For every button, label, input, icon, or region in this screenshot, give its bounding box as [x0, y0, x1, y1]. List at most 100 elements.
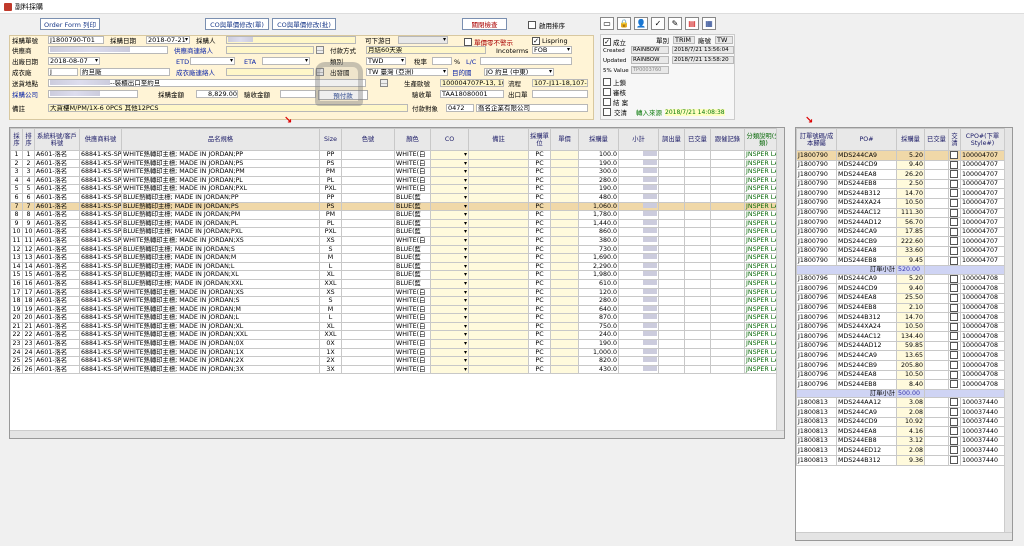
- factory-contact-field[interactable]: [226, 68, 314, 76]
- incoterms-select[interactable]: FOB: [532, 46, 572, 54]
- table-cell[interactable]: [550, 339, 579, 349]
- delivered-checkbox[interactable]: [950, 161, 958, 169]
- table-cell[interactable]: [550, 201, 579, 212]
- column-header[interactable]: 顏色: [394, 128, 431, 151]
- table-cell[interactable]: [468, 201, 529, 212]
- delivered-checkbox[interactable]: [950, 303, 958, 312]
- column-header[interactable]: PO#: [836, 128, 897, 151]
- table-cell[interactable]: [550, 218, 579, 229]
- table-cell[interactable]: [948, 379, 961, 390]
- table-row[interactable]: 5 5 A601-洛名 68841-KS-SPC WHITE熱轉印主標; MADE IN…: [10, 184, 783, 194]
- chevron-down-icon[interactable]: ▾: [464, 263, 467, 270]
- delivered-checkbox[interactable]: [950, 323, 958, 331]
- table-cell[interactable]: ▾: [430, 227, 469, 237]
- factory-code-field[interactable]: J: [48, 68, 78, 76]
- table-cell[interactable]: 870.0: [578, 313, 619, 323]
- table-row[interactable]: J1800813 MDS244CA9 2.08 100037440: [796, 407, 1005, 418]
- column-header[interactable]: CPO#(下單Style#): [960, 128, 1005, 151]
- column-header[interactable]: 採購單位: [528, 128, 551, 151]
- table-row[interactable]: 11 11 A601-洛名 68841-KS-SPC WHITE熱轉印主標; MADE …: [10, 235, 783, 246]
- chevron-down-icon[interactable]: ▾: [464, 289, 467, 296]
- table-cell[interactable]: [948, 340, 961, 352]
- table-row[interactable]: 26 26 A601-洛名 68841-KS-SPC WHITE熱轉印主標; MADE …: [10, 364, 783, 375]
- table-cell[interactable]: [550, 304, 579, 315]
- table-cell[interactable]: 730.0: [578, 244, 619, 255]
- table-row[interactable]: J1800813 MDS244EB8 3.12 100037440: [796, 435, 1005, 447]
- table-row[interactable]: J1800796 MDS244B312 14.70 100004708: [796, 312, 1005, 323]
- chevron-down-icon[interactable]: ▾: [464, 349, 467, 356]
- table-cell[interactable]: 750.0: [578, 321, 619, 332]
- table-cell[interactable]: [948, 150, 961, 161]
- price-zero-warn-checkbox[interactable]: [464, 38, 472, 46]
- table-cell[interactable]: [468, 321, 529, 332]
- delivered-checkbox[interactable]: [950, 247, 958, 255]
- table-row[interactable]: 1 1 A601-洛名 68841-KS-SPC WHITE熱轉印主標; MADE IN…: [10, 150, 783, 160]
- column-header[interactable]: 供應商料號: [79, 128, 122, 151]
- delivered-checkbox[interactable]: [950, 427, 958, 436]
- table-cell[interactable]: [550, 270, 579, 280]
- table-cell[interactable]: [468, 244, 529, 255]
- table-cell[interactable]: [948, 273, 961, 285]
- table-row[interactable]: J1800790 MDS244CA9 5.20 100004707: [796, 150, 1005, 161]
- table-cell[interactable]: [468, 304, 529, 315]
- table-cell[interactable]: 190.0: [578, 339, 619, 349]
- table-cell[interactable]: [550, 321, 579, 332]
- table-row[interactable]: 21 21 A601-洛名 68841-KS-SPC WHITE熱轉印主標; MADE …: [10, 321, 783, 332]
- column-header[interactable]: 跟催記錄: [710, 128, 745, 151]
- table-cell[interactable]: [468, 330, 529, 341]
- table-row[interactable]: J1800796 MDS244XA24 10.50 100004708: [796, 321, 1005, 333]
- table-cell[interactable]: 1,000.0: [578, 347, 619, 358]
- table-cell[interactable]: [948, 455, 961, 466]
- delivered-checkbox[interactable]: [950, 437, 958, 445]
- supplier-contact-label[interactable]: 供應商連絡人: [174, 47, 213, 55]
- table-row[interactable]: J1800796 MDS244EA8 10.50 100004708: [796, 369, 1005, 381]
- established-checkbox[interactable]: [603, 38, 611, 46]
- items-vertical-scrollbar[interactable]: [776, 128, 784, 430]
- table-cell[interactable]: ▾: [430, 167, 469, 177]
- table-cell[interactable]: ▾: [430, 270, 469, 280]
- user-edit-icon[interactable]: ✎: [668, 17, 682, 30]
- table-cell[interactable]: 1,060.0: [578, 201, 619, 212]
- table-cell[interactable]: 3.12: [896, 435, 925, 447]
- table-cell[interactable]: [948, 226, 961, 238]
- table-cell[interactable]: [468, 339, 529, 349]
- table-cell[interactable]: 190.0: [578, 158, 619, 169]
- table-cell[interactable]: 1,780.0: [578, 210, 619, 220]
- table-cell[interactable]: 2.08: [896, 407, 925, 418]
- table-cell[interactable]: 33.60: [896, 245, 925, 257]
- table-cell[interactable]: ▾: [430, 278, 469, 289]
- user-icon[interactable]: 👤: [634, 17, 648, 30]
- table-cell[interactable]: 9.40: [896, 283, 925, 294]
- column-header[interactable]: 調出量: [658, 128, 685, 151]
- delivered-checkbox[interactable]: [950, 180, 958, 188]
- table-cell[interactable]: ▾: [430, 201, 469, 212]
- table-cell[interactable]: [550, 253, 579, 263]
- table-cell[interactable]: [948, 217, 961, 228]
- table-cell[interactable]: [550, 330, 579, 341]
- table-cell[interactable]: [550, 184, 579, 194]
- table-row[interactable]: J1800796 MDS244CA9 5.20 100004708: [796, 273, 1005, 285]
- deliverable-date-field[interactable]: [398, 36, 448, 44]
- chevron-down-icon[interactable]: ▾: [464, 323, 467, 330]
- delivered-checkbox[interactable]: [950, 371, 958, 379]
- table-cell[interactable]: [468, 261, 529, 272]
- table-row[interactable]: J1800790 MDS244AC12 111.30 100004707: [796, 207, 1005, 219]
- table-cell[interactable]: 2.10: [896, 302, 925, 314]
- table-row[interactable]: J1800796 MDS244CB9 205.80 100004708: [796, 360, 1005, 371]
- delivered-checkbox[interactable]: [950, 313, 958, 322]
- table-cell[interactable]: [550, 347, 579, 358]
- table-cell[interactable]: ▾: [430, 253, 469, 263]
- prod-order-field[interactable]: 100004707P-13, 100: [440, 79, 504, 87]
- table-cell[interactable]: ▾: [430, 347, 469, 358]
- table-cell[interactable]: 111.30: [896, 207, 925, 219]
- table-row[interactable]: J1800796 MDS244EB8 8.40 100004708: [796, 379, 1005, 390]
- table-cell[interactable]: [948, 435, 961, 447]
- delivered-checkbox[interactable]: [950, 294, 958, 302]
- table-cell[interactable]: 2.50: [896, 178, 925, 190]
- table-cell[interactable]: ▾: [430, 192, 469, 203]
- delivered-checkbox[interactable]: [950, 209, 958, 217]
- table-cell[interactable]: [550, 192, 579, 203]
- chevron-down-icon[interactable]: ▾: [464, 237, 467, 244]
- chevron-down-icon[interactable]: ▾: [464, 366, 467, 373]
- table-cell[interactable]: 14.70: [896, 188, 925, 199]
